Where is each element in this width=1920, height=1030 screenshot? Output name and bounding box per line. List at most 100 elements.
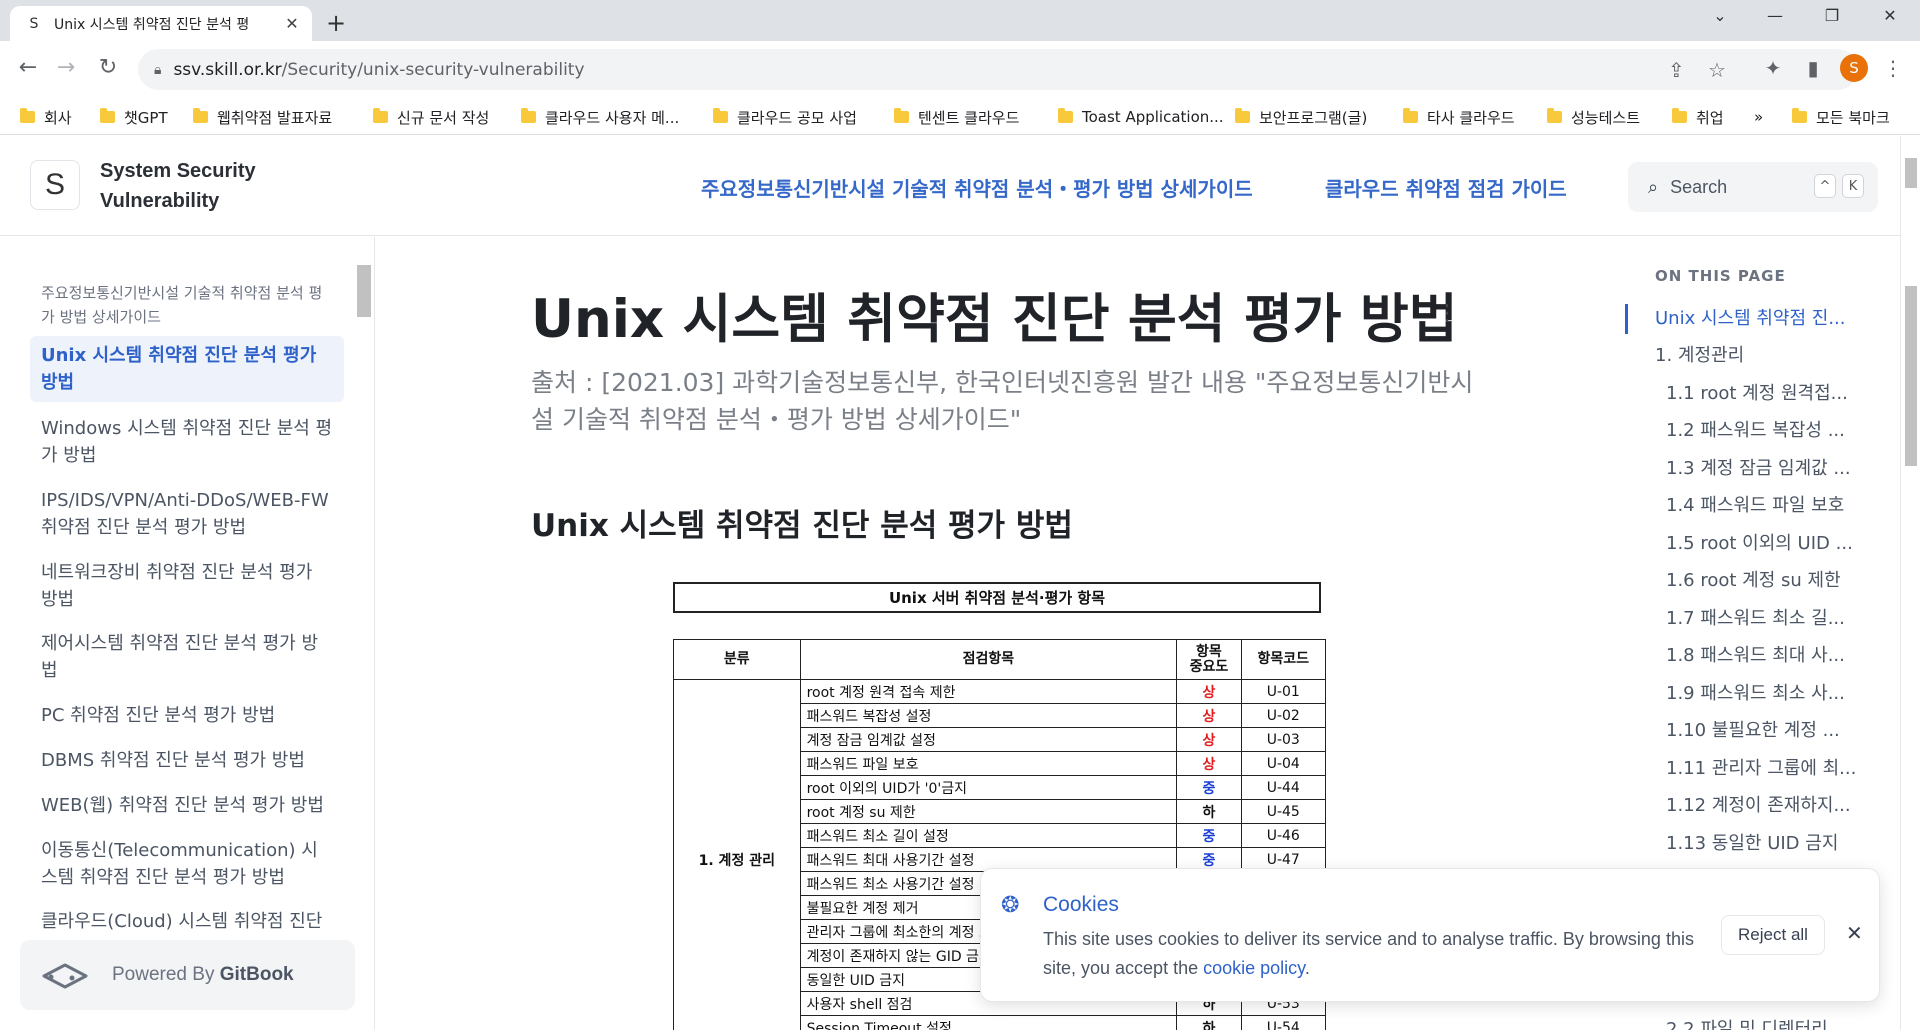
bookmark-item[interactable]: 클라우드 사용자 메... xyxy=(521,99,679,135)
item-cell: root 계정 원격 접속 제한 xyxy=(799,679,1178,704)
sidebar-item-cloud[interactable]: 클라우드(Cloud) 시스템 취약점 진단 xyxy=(30,908,344,935)
site-title[interactable]: System Security Vulnerability xyxy=(100,156,300,216)
window-close-icon[interactable]: ✕ xyxy=(1870,6,1910,25)
forward-icon[interactable]: → xyxy=(52,55,80,80)
sidebar-item-windows[interactable]: Windows 시스템 취약점 진단 분석 평가 방법 xyxy=(30,415,344,469)
bookmark-item[interactable]: 회사 xyxy=(20,99,72,135)
url-path: /Security/unix-security-vulnerability xyxy=(281,59,585,80)
section-heading: Unix 시스템 취약점 진단 분석 평가 방법 xyxy=(531,508,1073,544)
bookmark-star-icon[interactable]: ☆ xyxy=(1708,58,1726,82)
importance-cell: 상 xyxy=(1176,751,1242,776)
maximize-icon[interactable]: ❐ xyxy=(1812,6,1852,25)
toc-active-indicator xyxy=(1625,304,1628,334)
bookmark-item[interactable]: 클라우드 공모 사업 xyxy=(713,99,857,135)
page-scrollbar[interactable] xyxy=(1900,136,1920,1030)
bookmark-item[interactable]: 텐센트 클라우드 xyxy=(894,99,1019,135)
header-category: 분류 xyxy=(673,639,801,680)
toc-item[interactable]: 1.11 관리자 그룹에 최... xyxy=(1666,754,1856,780)
importance-cell: 상 xyxy=(1176,727,1242,752)
extensions-icon[interactable]: ✦ xyxy=(1760,56,1786,80)
new-tab-icon[interactable]: + xyxy=(322,9,350,37)
share-icon[interactable]: ⇪ xyxy=(1668,58,1685,82)
bookmark-item[interactable]: 타사 클라우드 xyxy=(1403,99,1515,135)
nav-link-cloud-guide[interactable]: 클라우드 취약점 점검 가이드 xyxy=(1325,173,1567,202)
bookmark-item[interactable]: 보안프로그램(글) xyxy=(1235,99,1367,135)
bookmark-item[interactable]: Toast Application... xyxy=(1058,99,1224,135)
gitbook-icon xyxy=(42,963,88,989)
importance-cell: 중 xyxy=(1176,775,1242,800)
sidebar-scroll-thumb[interactable] xyxy=(357,265,371,317)
nav-link-infra-guide[interactable]: 주요정보통신기반시설 기술적 취약점 분석・평가 방법 상세가이드 xyxy=(701,173,1253,202)
sidebar-item-unix[interactable]: Unix 시스템 취약점 진단 분석 평가 방법 xyxy=(30,336,344,402)
sidebar-scrollbar[interactable] xyxy=(356,245,371,1005)
toc-item[interactable]: 2.2 파일 및 디렉터리... xyxy=(1666,1015,1845,1030)
folder-icon xyxy=(1403,108,1418,123)
more-options-icon[interactable]: ⋮ xyxy=(1436,301,1458,326)
toc-item[interactable]: 1.7 패스워드 최소 길... xyxy=(1666,604,1845,630)
sidebar-item-ips[interactable]: IPS/IDS/VPN/Anti-DDoS/WEB-FW 취약점 진단 분석 평… xyxy=(30,487,344,541)
sidebar-item-dbms[interactable]: DBMS 취약점 진단 분석 평가 방법 xyxy=(30,747,344,774)
bookmark-item[interactable]: 취업 xyxy=(1672,99,1724,135)
back-icon[interactable]: ← xyxy=(14,55,42,80)
page-scroll-thumb-top[interactable] xyxy=(1905,158,1917,188)
page-description: 출처 : [2021.03] 과학기술정보통신부, 한국인터넷진흥원 발간 내용… xyxy=(531,368,1474,434)
toc-item[interactable]: 1. 계정관리 xyxy=(1655,341,1744,367)
sidebar-item-control[interactable]: 제어시스템 취약점 진단 분석 평가 방법 xyxy=(30,630,344,684)
cookie-policy-link[interactable]: cookie policy xyxy=(1203,958,1305,978)
page-scroll-thumb[interactable] xyxy=(1905,286,1917,466)
folder-icon xyxy=(20,108,35,123)
bookmark-item[interactable]: 신규 문서 작성 xyxy=(373,99,489,135)
reject-all-button[interactable]: Reject all xyxy=(1721,915,1825,955)
profile-avatar[interactable]: S xyxy=(1840,54,1868,82)
toc-item[interactable]: 1.3 계정 잠금 임계값 ... xyxy=(1666,454,1851,480)
code-cell: U-04 xyxy=(1240,751,1327,776)
close-icon[interactable]: ✕ xyxy=(1846,921,1863,945)
sidebar-item-web[interactable]: WEB(웹) 취약점 진단 분석 평가 방법 xyxy=(30,792,344,819)
sidebar-item-pc[interactable]: PC 취약점 진단 분석 평가 방법 xyxy=(30,702,344,729)
minimize-icon[interactable]: — xyxy=(1755,6,1795,25)
toc-item[interactable]: 1.4 패스워드 파일 보호 xyxy=(1666,491,1844,517)
address-bar[interactable]: 🔒︎ ssv.skill.or.kr/Security/unix-securit… xyxy=(138,49,1858,90)
code-cell: U-45 xyxy=(1240,799,1327,824)
toc-item[interactable]: 1.2 패스워드 복잡성 ... xyxy=(1666,416,1845,442)
bookmark-item[interactable]: 모든 북마크 xyxy=(1792,99,1890,135)
toc-item[interactable]: Unix 시스템 취약점 진... xyxy=(1655,304,1846,330)
toc-item[interactable]: 1.5 root 이외의 UID ... xyxy=(1666,529,1853,555)
table-row: 1. 계정 관리 root 계정 원격 접속 제한 상 U-01 xyxy=(673,679,1327,1030)
toc-item[interactable]: 1.8 패스워드 최대 사... xyxy=(1666,641,1845,667)
menu-icon[interactable]: ⋮ xyxy=(1880,56,1906,80)
toc-item[interactable]: 1.12 계정이 존재하지... xyxy=(1666,791,1851,817)
sidebar: 주요정보통신기반시설 기술적 취약점 분석 평가 방법 상세가이드 Unix 시… xyxy=(0,237,375,1030)
item-cell: root 이외의 UID가 '0'금지 xyxy=(799,775,1178,800)
bookmarks-overflow[interactable]: » xyxy=(1754,99,1763,135)
toc-item[interactable]: 1.1 root 계정 원격접... xyxy=(1666,379,1848,405)
bookmark-item[interactable]: 챗GPT xyxy=(100,99,168,135)
side-panel-icon[interactable]: ▮ xyxy=(1800,56,1826,80)
tab-close-icon[interactable]: ✕ xyxy=(282,14,302,33)
item-cell: 계정 잠금 임계값 설정 xyxy=(799,727,1178,752)
toc-item[interactable]: 1.6 root 계정 su 제한 xyxy=(1666,566,1841,592)
reload-icon[interactable]: ↻ xyxy=(94,55,122,80)
header-code: 항목코드 xyxy=(1240,639,1327,680)
cookie-icon: ❂ xyxy=(1001,893,1020,918)
search-placeholder: Search xyxy=(1670,176,1728,197)
browser-tab[interactable]: S Unix 시스템 취약점 진단 분석 평 ✕ xyxy=(10,6,312,41)
toc-item[interactable]: 1.9 패스워드 최소 사... xyxy=(1666,679,1845,705)
site-logo[interactable]: S xyxy=(30,160,80,210)
search-input[interactable]: ⌕ Search ^ K xyxy=(1628,162,1878,212)
item-cell: 패스워드 최소 길이 설정 xyxy=(799,823,1178,848)
sidebar-item-network[interactable]: 네트워크장비 취약점 진단 분석 평가 방법 xyxy=(30,559,344,613)
tab-search-icon[interactable]: ⌄ xyxy=(1700,6,1740,25)
item-cell: 패스워드 복잡성 설정 xyxy=(799,703,1178,728)
toc-item[interactable]: 1.13 동일한 UID 금지 xyxy=(1666,829,1838,855)
toc-item[interactable]: 1.10 불필요한 계정 ... xyxy=(1666,716,1840,742)
bookmark-item[interactable]: 성능테스트 xyxy=(1547,99,1640,135)
code-cell: U-03 xyxy=(1240,727,1327,752)
bookmark-item[interactable]: 웹취약점 발표자료 xyxy=(193,99,332,135)
sidebar-item-telecom[interactable]: 이동통신(Telecommunication) 시스템 취약점 진단 분석 평가… xyxy=(30,837,344,891)
ctrl-key-hint: ^ xyxy=(1814,174,1836,198)
folder-icon xyxy=(894,108,909,123)
powered-by-gitbook[interactable]: Powered By GitBook xyxy=(20,940,355,1010)
code-cell: U-46 xyxy=(1240,823,1327,848)
k-key-hint: K xyxy=(1842,174,1864,198)
